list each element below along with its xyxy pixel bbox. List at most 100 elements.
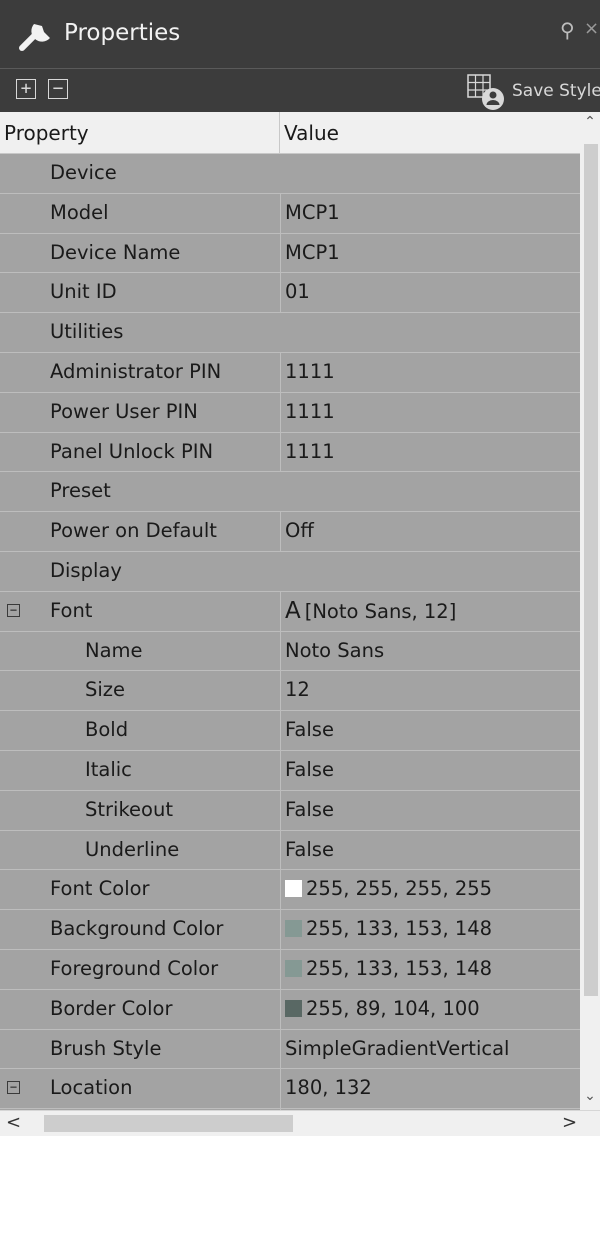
property-value-cell[interactable]: False (280, 790, 580, 830)
category-name-cell: Device (0, 154, 279, 193)
property-row[interactable]: − Location 180, 132 (0, 1069, 580, 1110)
property-name-cell: Italic (0, 751, 279, 790)
category-row[interactable]: Display (0, 551, 580, 592)
property-value-cell[interactable]: 255, 255, 255, 255 (280, 870, 580, 910)
property-value-cell[interactable]: 1111 (280, 392, 580, 432)
property-name-cell: − Font (0, 592, 279, 631)
property-value-cell[interactable]: 255, 89, 104, 100 (280, 989, 580, 1029)
property-value: False (285, 718, 334, 742)
property-name-cell: Unit ID (0, 273, 279, 312)
scroll-right-icon[interactable]: > (562, 1111, 577, 1135)
property-value-cell[interactable]: 01 (280, 273, 580, 313)
property-name: Strikeout (85, 797, 173, 821)
property-value-cell[interactable]: 255, 133, 153, 148 (280, 949, 580, 989)
property-row[interactable]: Name Noto Sans (0, 631, 580, 672)
value-column-header[interactable]: Value (284, 112, 339, 154)
property-value: 255, 133, 153, 148 (306, 956, 493, 980)
property-value-cell[interactable]: 255, 133, 153, 148 (280, 910, 580, 949)
category-row[interactable]: Preset (0, 472, 580, 513)
property-row[interactable]: Font Color 255, 255, 255, 255 (0, 870, 580, 911)
scroll-down-icon[interactable]: ⌄ (580, 1088, 600, 1104)
vertical-scrollbar[interactable]: ⌃ ⌄ (580, 112, 600, 1110)
property-value: Off (285, 519, 314, 543)
property-value: 180, 132 (285, 1076, 372, 1100)
property-value: 1111 (285, 439, 335, 463)
property-value-cell[interactable]: MCP1 (280, 193, 580, 233)
expand-all-button[interactable]: + (16, 79, 36, 99)
column-divider[interactable] (279, 112, 280, 154)
horizontal-scroll-thumb[interactable] (44, 1115, 293, 1132)
property-value-cell[interactable]: 180, 132 (280, 1069, 580, 1109)
property-row[interactable]: Power User PIN 1111 (0, 392, 580, 433)
property-name: Device Name (50, 240, 181, 264)
save-style-button[interactable]: Save Style (462, 69, 600, 113)
property-row[interactable]: Strikeout False (0, 790, 580, 831)
category-row[interactable]: Utilities (0, 313, 580, 353)
property-value-cell[interactable]: Off (280, 512, 580, 551)
property-row[interactable]: Power on Default Off (0, 512, 580, 552)
property-row[interactable]: Panel Unlock PIN 1111 (0, 432, 580, 473)
title-bar: Properties ⚲ × (0, 0, 600, 68)
property-value-cell[interactable]: 12 (280, 671, 580, 711)
font-preview-icon: A (285, 597, 301, 624)
property-row[interactable]: Administrator PIN 1111 (0, 352, 580, 393)
collapse-toggle-icon[interactable]: − (7, 1081, 20, 1095)
property-name-cell: Device Name (0, 234, 279, 273)
property-row[interactable]: Device Name MCP1 (0, 233, 580, 274)
property-name: Panel Unlock PIN (50, 439, 214, 463)
property-name-cell: Power User PIN (0, 393, 279, 432)
property-row[interactable]: Unit ID 01 (0, 273, 580, 314)
collapse-toggle-icon[interactable]: − (7, 603, 20, 617)
property-row[interactable]: − Font A [Noto Sans, 12] (0, 591, 580, 632)
property-name-cell: Name (0, 632, 279, 671)
property-row[interactable]: Foreground Color 255, 133, 153, 148 (0, 949, 580, 990)
panel-title: Properties (64, 20, 181, 46)
property-row[interactable]: Bold False (0, 711, 580, 751)
property-name: Background Color (50, 917, 224, 941)
property-value-cell[interactable]: MCP1 (280, 233, 580, 273)
property-name-cell: Font Color (0, 870, 279, 909)
scroll-left-icon[interactable]: < (6, 1111, 21, 1135)
property-row[interactable]: Background Color 255, 133, 153, 148 (0, 910, 580, 950)
property-value: 255, 255, 255, 255 (306, 877, 493, 901)
property-row[interactable]: Model MCP1 (0, 193, 580, 234)
collapse-all-button[interactable]: − (48, 79, 68, 99)
property-row[interactable]: Underline False (0, 830, 580, 871)
property-column-header[interactable]: Property (4, 112, 89, 154)
category-row[interactable]: Device (0, 154, 580, 194)
property-row[interactable]: Italic False (0, 750, 580, 791)
property-value-cell[interactable]: Noto Sans (280, 631, 580, 671)
property-row[interactable]: Border Color 255, 89, 104, 100 (0, 989, 580, 1030)
property-value-cell[interactable]: False (280, 711, 580, 750)
property-value-cell[interactable]: 1111 (280, 352, 580, 392)
category-label: Device (50, 161, 117, 184)
property-name-cell: Panel Unlock PIN (0, 433, 279, 472)
wrench-icon (19, 19, 50, 51)
grid-user-icon (467, 74, 504, 110)
property-value-cell[interactable]: False (280, 750, 580, 790)
property-value: False (285, 837, 334, 861)
property-name: Model (50, 200, 109, 224)
property-name: Underline (85, 837, 180, 861)
category-name-cell: Preset (0, 472, 279, 511)
property-value-cell[interactable]: 1111 (280, 432, 580, 472)
category-label: Preset (50, 479, 111, 503)
close-icon[interactable]: × (584, 18, 599, 39)
pin-icon[interactable]: ⚲ (560, 18, 575, 42)
property-row[interactable]: Brush Style SimpleGradientVertical (0, 1029, 580, 1070)
property-name-cell: Background Color (0, 910, 279, 949)
property-name-cell: Bold (0, 711, 279, 750)
property-value-cell[interactable]: A [Noto Sans, 12] (280, 591, 580, 631)
category-label: Display (50, 558, 122, 582)
horizontal-scrollbar[interactable]: < > (0, 1110, 600, 1136)
property-row[interactable]: Size 12 (0, 671, 580, 712)
property-value-cell[interactable]: False (280, 830, 580, 870)
property-value: 255, 133, 153, 148 (306, 917, 493, 941)
scroll-up-icon[interactable]: ⌃ (580, 114, 600, 130)
property-name-cell: Strikeout (0, 791, 279, 830)
property-value-cell[interactable]: SimpleGradientVertical (280, 1029, 580, 1069)
property-name: Foreground Color (50, 956, 219, 980)
vertical-scroll-thumb[interactable] (584, 144, 598, 996)
property-name-cell: Border Color (0, 990, 279, 1029)
property-value: False (285, 757, 334, 781)
